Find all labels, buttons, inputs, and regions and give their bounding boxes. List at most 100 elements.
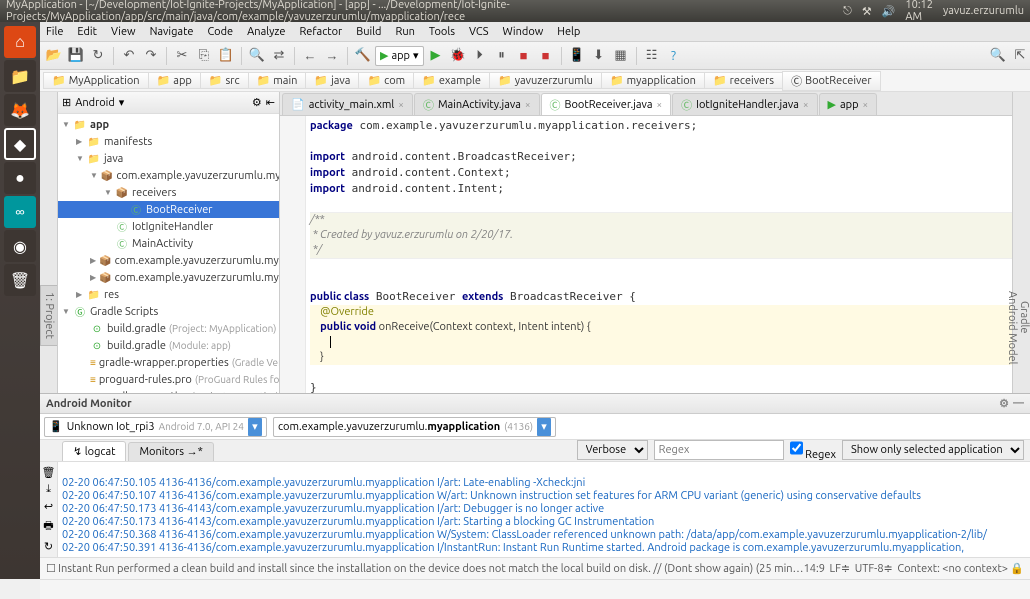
attach-icon[interactable]: ⏸ — [492, 46, 512, 66]
menu-tools[interactable]: Tools — [423, 24, 461, 40]
crumb-main[interactable]: 📁 main — [248, 72, 307, 89]
scroll-end-icon[interactable]: ⤓ — [46, 483, 51, 496]
close-icon[interactable]: × — [398, 99, 404, 110]
redo-icon[interactable]: ↷ — [141, 46, 161, 66]
layout-icon[interactable]: ▦ — [611, 46, 631, 66]
minimize-icon[interactable]: — — [1013, 397, 1024, 410]
menu-run[interactable]: Run — [389, 24, 420, 40]
menu-help[interactable]: Help — [551, 24, 586, 40]
menu-refactor[interactable]: Refactor — [293, 24, 348, 40]
menu-file[interactable]: File — [40, 24, 69, 40]
tab-logcat[interactable]: ↯ logcat — [62, 441, 126, 461]
run-icon[interactable]: ▶ — [426, 46, 446, 66]
menu-code[interactable]: Code — [201, 24, 239, 40]
menu-view[interactable]: View — [105, 24, 142, 40]
menu-vcs[interactable]: VCS — [463, 24, 495, 40]
cut-icon[interactable]: ✂ — [172, 46, 192, 66]
settings-icon[interactable]: ⇱ — [1010, 46, 1030, 66]
crumb-myapp[interactable]: 📁 myapplication — [601, 72, 705, 89]
close-icon[interactable]: × — [803, 99, 809, 110]
crumb-example[interactable]: 📁 example — [413, 72, 490, 89]
tab-bootreceiver[interactable]: ⒸBootReceiver.java× — [541, 93, 672, 115]
collapse-icon[interactable]: ⇤ — [266, 96, 275, 109]
search-everywhere-icon[interactable]: 🔍 — [988, 46, 1008, 66]
line-separator[interactable]: LF≑ — [830, 562, 851, 575]
tray-icon[interactable]: ⎋ — [843, 5, 852, 18]
copy-icon[interactable]: ⎘ — [194, 46, 214, 66]
user-menu[interactable]: yavuz.erzurumlu — [943, 5, 1024, 17]
tab-activity-main[interactable]: 📄activity_main.xml× — [282, 93, 413, 115]
tab-mainactivity[interactable]: ⒸMainActivity.java× — [414, 93, 540, 115]
run-config-selector[interactable]: ▶ app ▾ — [375, 46, 424, 66]
tab-app-run[interactable]: ▶app× — [819, 93, 878, 115]
menu-edit[interactable]: Edit — [71, 24, 103, 40]
crumb-module[interactable]: 📁 app — [148, 72, 201, 89]
log-level-select[interactable]: Verbose — [577, 440, 648, 460]
log-search-input[interactable] — [654, 440, 784, 460]
project-panel-header[interactable]: ⊞ Android ▾ ⚙ ⇤ — [58, 92, 279, 114]
back-icon[interactable]: ← — [300, 46, 320, 66]
launcher-files-icon[interactable]: 📁 — [4, 60, 36, 92]
lock-icon[interactable]: 🔒 — [1010, 562, 1024, 575]
save-icon[interactable]: 💾 — [66, 46, 86, 66]
forward-icon[interactable]: → — [322, 46, 342, 66]
process-selector[interactable]: com.example.yavuzerzurumlu.myapplication… — [273, 417, 556, 437]
make-icon[interactable]: 🔨 — [353, 46, 373, 66]
debug-icon[interactable]: 🐞 — [448, 46, 468, 66]
crumb-receivers[interactable]: 📁 receivers — [704, 72, 783, 89]
print-icon[interactable]: 🖶 — [43, 517, 53, 536]
menu-build[interactable]: Build — [350, 24, 387, 40]
paste-icon[interactable]: 📋 — [216, 46, 236, 66]
close-icon[interactable]: × — [525, 99, 531, 110]
sync-icon[interactable]: ↻ — [88, 46, 108, 66]
caret-position[interactable]: 14:9 — [804, 563, 825, 575]
help-icon[interactable]: ? — [664, 46, 684, 66]
replace-icon[interactable]: ⇄ — [269, 46, 289, 66]
profile-icon[interactable]: ⏵ — [470, 46, 490, 66]
file-encoding[interactable]: UTF-8≑ — [855, 562, 893, 575]
find-icon[interactable]: 🔍 — [247, 46, 267, 66]
undo-icon[interactable]: ↶ — [119, 46, 139, 66]
device-selector[interactable]: 📱 Unknown Iot_rpi3 Android 7.0, API 24 ▾ — [44, 417, 267, 437]
launcher-app-icon[interactable]: ● — [4, 162, 36, 194]
open-icon[interactable]: 📂 — [44, 46, 64, 66]
context-label[interactable]: Context: <no context> — [897, 563, 1008, 575]
menu-navigate[interactable]: Navigate — [144, 24, 200, 40]
tab-iotignite[interactable]: ⒸIotIgniteHandler.java× — [672, 93, 817, 115]
status-icon[interactable]: ☐ — [46, 562, 56, 575]
launcher-dash-icon[interactable]: ⌂ — [4, 26, 36, 58]
sdk-icon[interactable]: ⬇ — [589, 46, 609, 66]
tab-project[interactable]: 1: Project — [40, 285, 57, 346]
gear-icon[interactable]: ⚙ — [252, 96, 262, 109]
close-icon[interactable]: × — [863, 99, 869, 110]
regex-checkbox[interactable]: Regex — [790, 438, 836, 461]
tab-monitors[interactable]: Monitors →* — [128, 442, 213, 461]
structure-icon[interactable]: ☷ — [642, 46, 662, 66]
close-icon[interactable]: × — [657, 99, 663, 110]
crumb-com[interactable]: 📁 com — [358, 72, 414, 89]
menu-analyze[interactable]: Analyze — [241, 24, 291, 40]
crumb-java[interactable]: 📁 java — [305, 72, 359, 89]
filter-app-select[interactable]: Show only selected application — [842, 440, 1024, 460]
launcher-android-studio-icon[interactable]: ◆ — [4, 128, 36, 160]
sound-icon[interactable]: 🔊 — [882, 5, 896, 18]
logcat-output[interactable]: 02-20 06:47:50.105 4136-4136/com.example… — [58, 462, 1030, 557]
avd-icon[interactable]: 📱 — [567, 46, 587, 66]
stop-icon[interactable]: ■ — [514, 46, 534, 66]
menu-window[interactable]: Window — [497, 24, 550, 40]
launcher-trash-icon[interactable]: 🗑 — [4, 264, 36, 296]
launcher-chrome-icon[interactable]: ◉ — [4, 230, 36, 262]
wrap-icon[interactable]: ↩ — [44, 500, 53, 513]
gear-icon[interactable]: ⚙ — [999, 397, 1009, 410]
stop2-icon[interactable]: ■ — [536, 46, 556, 66]
bluetooth-icon[interactable]: ⚒ — [862, 5, 872, 18]
clock[interactable]: 10:12 AM — [905, 0, 933, 23]
launcher-arduino-icon[interactable]: ∞ — [4, 196, 36, 228]
crumb-yavuz[interactable]: 📁 yavuzerzurumlu — [489, 72, 602, 89]
clear-icon[interactable]: 🗑 — [42, 466, 56, 479]
restart-icon[interactable]: ↻ — [44, 540, 53, 553]
launcher-firefox-icon[interactable]: 🦊 — [4, 94, 36, 126]
crumb-src[interactable]: 📁 src — [200, 72, 249, 89]
crumb-project[interactable]: 📁 MyApplication — [43, 72, 149, 89]
crumb-class[interactable]: Ⓒ BootReceiver — [782, 71, 880, 91]
